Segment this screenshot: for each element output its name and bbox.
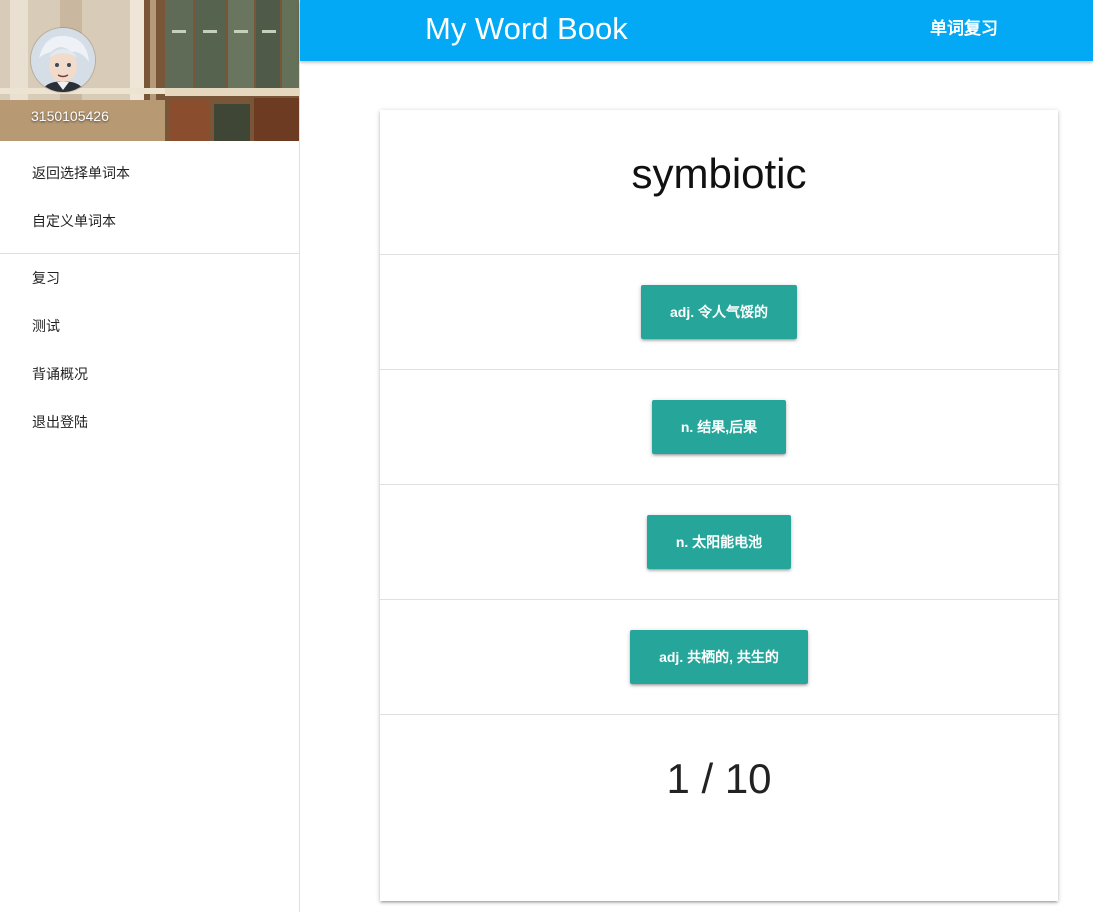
answer-option-4-button[interactable]: adj. 共栖的, 共生的 — [630, 630, 808, 684]
user-avatar[interactable] — [31, 28, 95, 92]
app-root: 3150105426 返回选择单词本 自定义单词本 复习 测试 背诵概况 退出登… — [0, 0, 1093, 912]
user-id-label: 3150105426 — [31, 108, 109, 124]
answer-option-3-button[interactable]: n. 太阳能电池 — [646, 515, 792, 569]
sidebar-item-custom-wordbook[interactable]: 自定义单词本 — [0, 197, 299, 245]
avatar-image — [31, 28, 95, 92]
nav-link-word-review[interactable]: 单词复习 — [930, 0, 998, 61]
brand-logo-link[interactable]: My Word Book — [425, 0, 628, 61]
sidebar-item-test[interactable]: 测试 — [0, 302, 299, 350]
option-row: adj. 共栖的, 共生的 — [380, 600, 1058, 715]
sidebar-item-logout[interactable]: 退出登陆 — [0, 398, 299, 446]
option-row: n. 结果,后果 — [380, 370, 1058, 485]
word-row: symbiotic — [380, 110, 1058, 255]
sidebar-item-review[interactable]: 复习 — [0, 254, 299, 302]
answer-option-1-button[interactable]: adj. 令人气馁的 — [640, 285, 797, 339]
user-view: 3150105426 — [0, 0, 299, 141]
quiz-card: symbiotic adj. 令人气馁的 n. 结果,后果 n. 太阳能电池 a… — [380, 110, 1058, 901]
quiz-word: symbiotic — [631, 150, 807, 197]
top-app-bar: My Word Book 单词复习 — [300, 0, 1093, 61]
answer-option-2-button[interactable]: n. 结果,后果 — [651, 400, 787, 454]
sidebar-item-back-to-wordbooks[interactable]: 返回选择单词本 — [0, 149, 299, 197]
progress-row: 1 / 10 — [380, 715, 1058, 900]
option-row: adj. 令人气馁的 — [380, 255, 1058, 370]
sidebar-item-overview[interactable]: 背诵概况 — [0, 350, 299, 398]
side-nav: 3150105426 返回选择单词本 自定义单词本 复习 测试 背诵概况 退出登… — [0, 0, 300, 912]
progress-counter: 1 / 10 — [666, 755, 772, 802]
sidebar-menu-primary: 返回选择单词本 自定义单词本 — [0, 141, 299, 253]
sidebar-menu-secondary: 复习 测试 背诵概况 退出登陆 — [0, 254, 299, 446]
option-row: n. 太阳能电池 — [380, 485, 1058, 600]
